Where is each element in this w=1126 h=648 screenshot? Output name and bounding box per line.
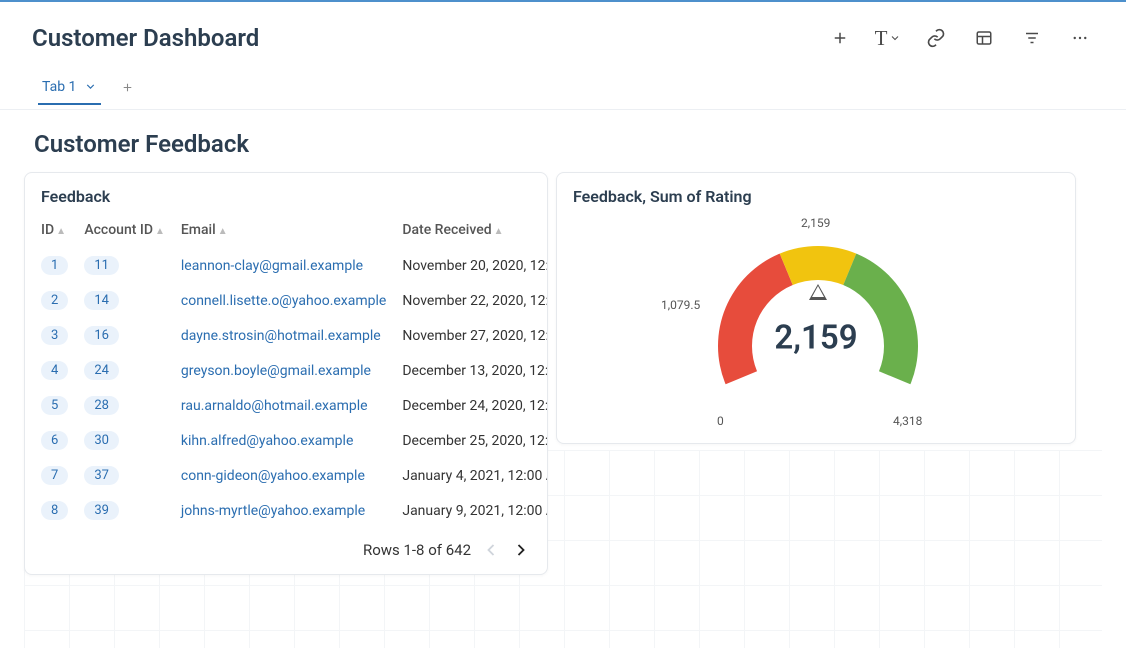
sort-asc-icon: ▲ [155,226,165,237]
gauge-pointer [809,284,827,300]
email-link[interactable]: kihn.alfred@yahoo.example [181,433,353,449]
table-row[interactable]: 5 28 rau.arnaldo@hotmail.example December 2… [25,388,547,423]
account-pill[interactable]: 37 [84,466,119,485]
sort-asc-icon: ▲ [494,226,504,237]
sort-asc-icon: ▲ [56,226,66,237]
gauge-label-max: 4,318 [893,414,922,428]
id-pill[interactable]: 8 [41,501,68,520]
email-link[interactable]: greyson.boyle@gmail.example [181,363,371,379]
gauge-title: Feedback, Sum of Rating [573,187,1059,216]
date-cell: December 13, 2020, 12:00 [394,353,547,388]
feedback-table-card[interactable]: Feedback ID▲ Account ID▲ Email▲ Date Rec… [24,172,548,575]
table-row[interactable]: 8 39 johns-myrtle@yahoo.example January 9, … [25,493,547,528]
email-link[interactable]: johns-myrtle@yahoo.example [181,503,365,519]
account-pill[interactable]: 24 [84,361,119,380]
add-button[interactable] [826,24,854,52]
account-pill[interactable]: 39 [84,501,119,520]
email-link[interactable]: rau.arnaldo@hotmail.example [181,398,368,414]
layout-button[interactable] [970,24,998,52]
toolbar: T [826,24,1094,52]
id-pill[interactable]: 6 [41,431,68,450]
date-cell: November 27, 2020, 12:00 [394,318,547,353]
date-cell: December 24, 2020, 12:00 [394,388,547,423]
chevron-down-icon [84,80,97,93]
account-pill[interactable]: 14 [84,291,119,310]
feedback-table-title: Feedback [25,187,547,216]
table-row[interactable]: 6 30 kihn.alfred@yahoo.example December 25,… [25,423,547,458]
section-title: Customer Feedback [34,130,1114,158]
date-cell: January 9, 2021, 12:00 AM [394,493,547,528]
tab-1[interactable]: Tab 1 [38,79,101,105]
col-date[interactable]: Date Received▲ [394,216,547,248]
id-pill[interactable]: 2 [41,291,68,310]
table-header-row: ID▲ Account ID▲ Email▲ Date Received▲ [25,216,547,248]
email-link[interactable]: conn-gideon@yahoo.example [181,468,365,484]
id-pill[interactable]: 5 [41,396,68,415]
account-pill[interactable]: 28 [84,396,119,415]
id-pill[interactable]: 1 [41,256,68,275]
gauge-chart: 2,159 0 1,079.5 2,159 4,318 [573,216,1059,434]
text-style-button[interactable]: T [874,24,902,52]
gauge-label-mid: 1,079.5 [661,298,700,312]
date-cell: November 22, 2020, 12:00 [394,283,547,318]
canvas: Customer Feedback Feedback ID▲ Account I… [0,110,1126,648]
pager-label: Rows 1-8 of 642 [363,541,471,559]
header: Customer Dashboard T [0,2,1126,74]
pager: Rows 1-8 of 642 [25,528,547,560]
account-pill[interactable]: 30 [84,431,119,450]
add-tab-button[interactable] [121,81,134,102]
table-row[interactable]: 111leannon-clay@gmail.exampleNovember 20… [25,248,547,283]
col-email[interactable]: Email▲ [173,216,394,248]
email-link[interactable]: connell.lisette.o@yahoo.example [181,293,386,309]
email-link[interactable]: leannon-clay@gmail.example [181,258,363,274]
tab-1-label: Tab 1 [42,79,76,95]
account-pill[interactable]: 11 [84,256,119,275]
link-button[interactable] [922,24,950,52]
gauge-label-min: 0 [717,414,724,428]
table-row[interactable]: 4 24 greyson.boyle@gmail.example December 1… [25,353,547,388]
date-cell: December 25, 2020, 12:00 [394,423,547,458]
page-title: Customer Dashboard [32,24,259,52]
sort-asc-icon: ▲ [218,226,228,237]
table-row[interactable]: 3 16 dayne.strosin@hotmail.example November… [25,318,547,353]
date-cell: November 20, 2020, 12:00 [394,248,547,283]
pager-prev[interactable] [481,540,501,560]
id-pill[interactable]: 7 [41,466,68,485]
gauge-value: 2,159 [774,319,857,358]
filter-button[interactable] [1018,24,1046,52]
table-row[interactable]: 7 37 conn-gideon@yahoo.example January 4, 2… [25,458,547,493]
col-id[interactable]: ID▲ [25,216,76,248]
pager-next[interactable] [511,540,531,560]
gauge-label-top: 2,159 [801,216,830,230]
more-button[interactable] [1066,24,1094,52]
id-pill[interactable]: 3 [41,326,68,345]
tab-bar: Tab 1 [0,74,1126,110]
col-account[interactable]: Account ID▲ [76,216,173,248]
email-link[interactable]: dayne.strosin@hotmail.example [181,328,381,344]
id-pill[interactable]: 4 [41,361,68,380]
gauge-card[interactable]: Feedback, Sum of Rating [556,172,1076,444]
feedback-table: ID▲ Account ID▲ Email▲ Date Received▲ 11… [25,216,547,528]
table-row[interactable]: 2 14 connell.lisette.o@yahoo.example Novemb… [25,283,547,318]
date-cell: January 4, 2021, 12:00 AM [394,458,547,493]
account-pill[interactable]: 16 [84,326,119,345]
